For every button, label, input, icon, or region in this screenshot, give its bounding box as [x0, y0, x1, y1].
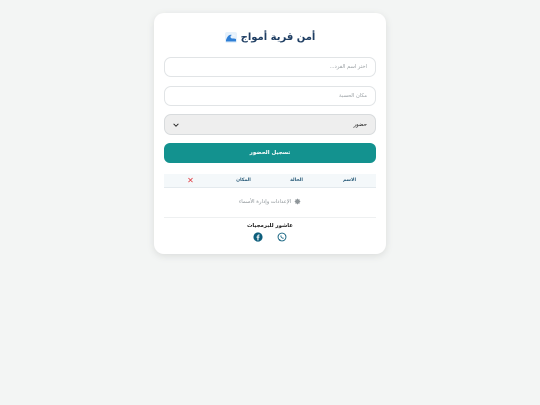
attendance-table-header: الاسم الحالة المكان ✕: [164, 174, 376, 188]
location-field[interactable]: [164, 86, 376, 106]
attendance-card: أمن قرية أمواج حضور تسجيل الحضور الاسم ا…: [154, 13, 386, 254]
footer-divider: [164, 217, 376, 218]
status-select[interactable]: حضور: [164, 114, 376, 135]
column-header-name: الاسم: [342, 178, 357, 183]
name-input[interactable]: [173, 64, 367, 70]
column-header-status: الحالة: [290, 178, 303, 183]
location-input[interactable]: [173, 93, 367, 99]
wave-icon: [224, 32, 237, 43]
column-header-location: المكان: [236, 178, 251, 183]
settings-link[interactable]: الإعدادات وإدارة الأسماء: [154, 198, 386, 205]
name-field[interactable]: [164, 57, 376, 77]
submit-attendance-button[interactable]: تسجيل الحضور: [164, 143, 376, 163]
facebook-icon[interactable]: [253, 232, 263, 242]
page-title-text: أمن قرية أمواج: [240, 32, 316, 43]
gear-icon: [294, 198, 301, 205]
footer-company-name: عاشور للبرمجيات: [246, 223, 293, 229]
social-links: [154, 232, 386, 242]
settings-link-label: الإعدادات وإدارة الأسماء: [238, 198, 292, 205]
clear-all-icon[interactable]: ✕: [164, 176, 217, 185]
page-title: أمن قرية أمواج: [154, 32, 386, 43]
chevron-down-icon: [173, 122, 179, 127]
status-select-value: حضور: [353, 121, 367, 128]
whatsapp-icon[interactable]: [277, 232, 287, 242]
